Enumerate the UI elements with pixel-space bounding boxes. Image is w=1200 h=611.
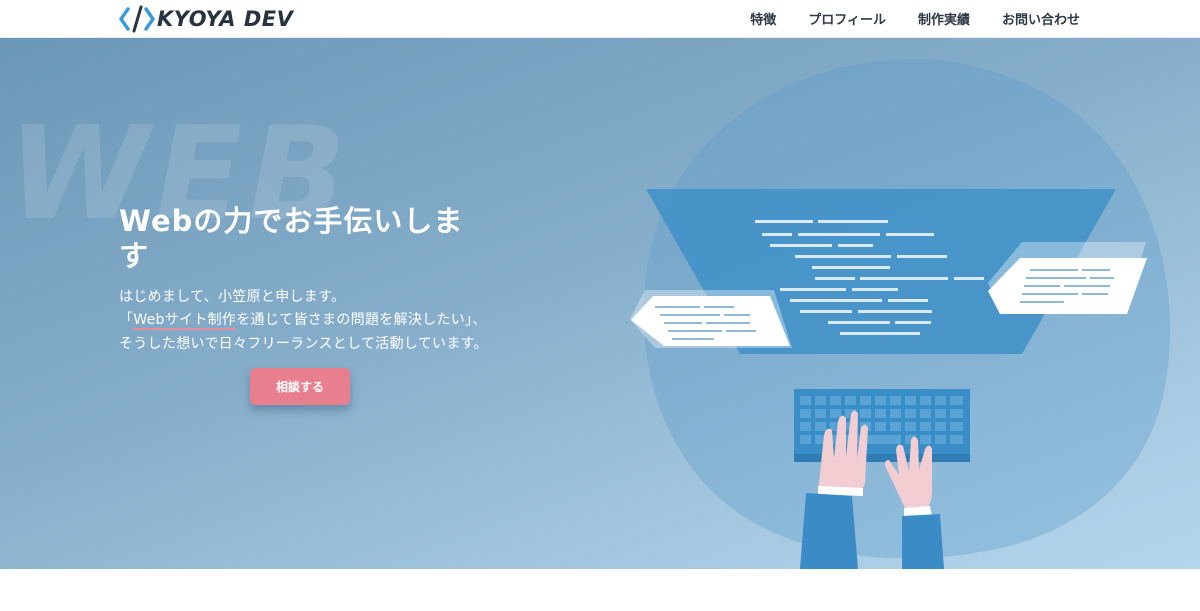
lead-highlight-web-production: Webサイト制作	[133, 312, 237, 331]
keyboard-edge	[794, 454, 970, 462]
hero-lead: はじめまして、小笠原と申します。 「Webサイト制作を通じて皆さまの問題を解決し…	[119, 286, 489, 357]
nav-link-features[interactable]: 特徴	[750, 9, 776, 28]
code-bracket-logo-icon	[119, 5, 155, 33]
hero-text-block: Webの力でお手伝いします はじめまして、小笠原と申します。 「Webサイト制作…	[119, 204, 489, 356]
logo-text: KYOYA DEV	[157, 7, 294, 31]
nav-link-profile[interactable]: プロフィール	[808, 9, 886, 28]
site-logo[interactable]: KYOYA DEV	[119, 4, 293, 34]
site-header: KYOYA DEV 特徴 プロフィール 制作実績 お問い合わせ	[0, 0, 1200, 38]
main-nav: 特徴 プロフィール 制作実績 お問い合わせ	[750, 0, 1080, 37]
nav-link-contact[interactable]: お問い合わせ	[1002, 9, 1080, 28]
hero-section: WEB Webの力でお手伝いします はじめまして、小笠原と申します。 「Webサ…	[0, 38, 1200, 569]
consult-button[interactable]: 相談する	[250, 368, 350, 405]
nav-link-works[interactable]: 制作実績	[918, 9, 970, 28]
lead-bracket-open: 「	[119, 312, 134, 329]
web-coding-illustration	[630, 59, 1171, 569]
hero-title: Webの力でお手伝いします	[119, 204, 464, 273]
lead-line-intro: はじめまして、小笠原と申します。	[119, 288, 346, 305]
